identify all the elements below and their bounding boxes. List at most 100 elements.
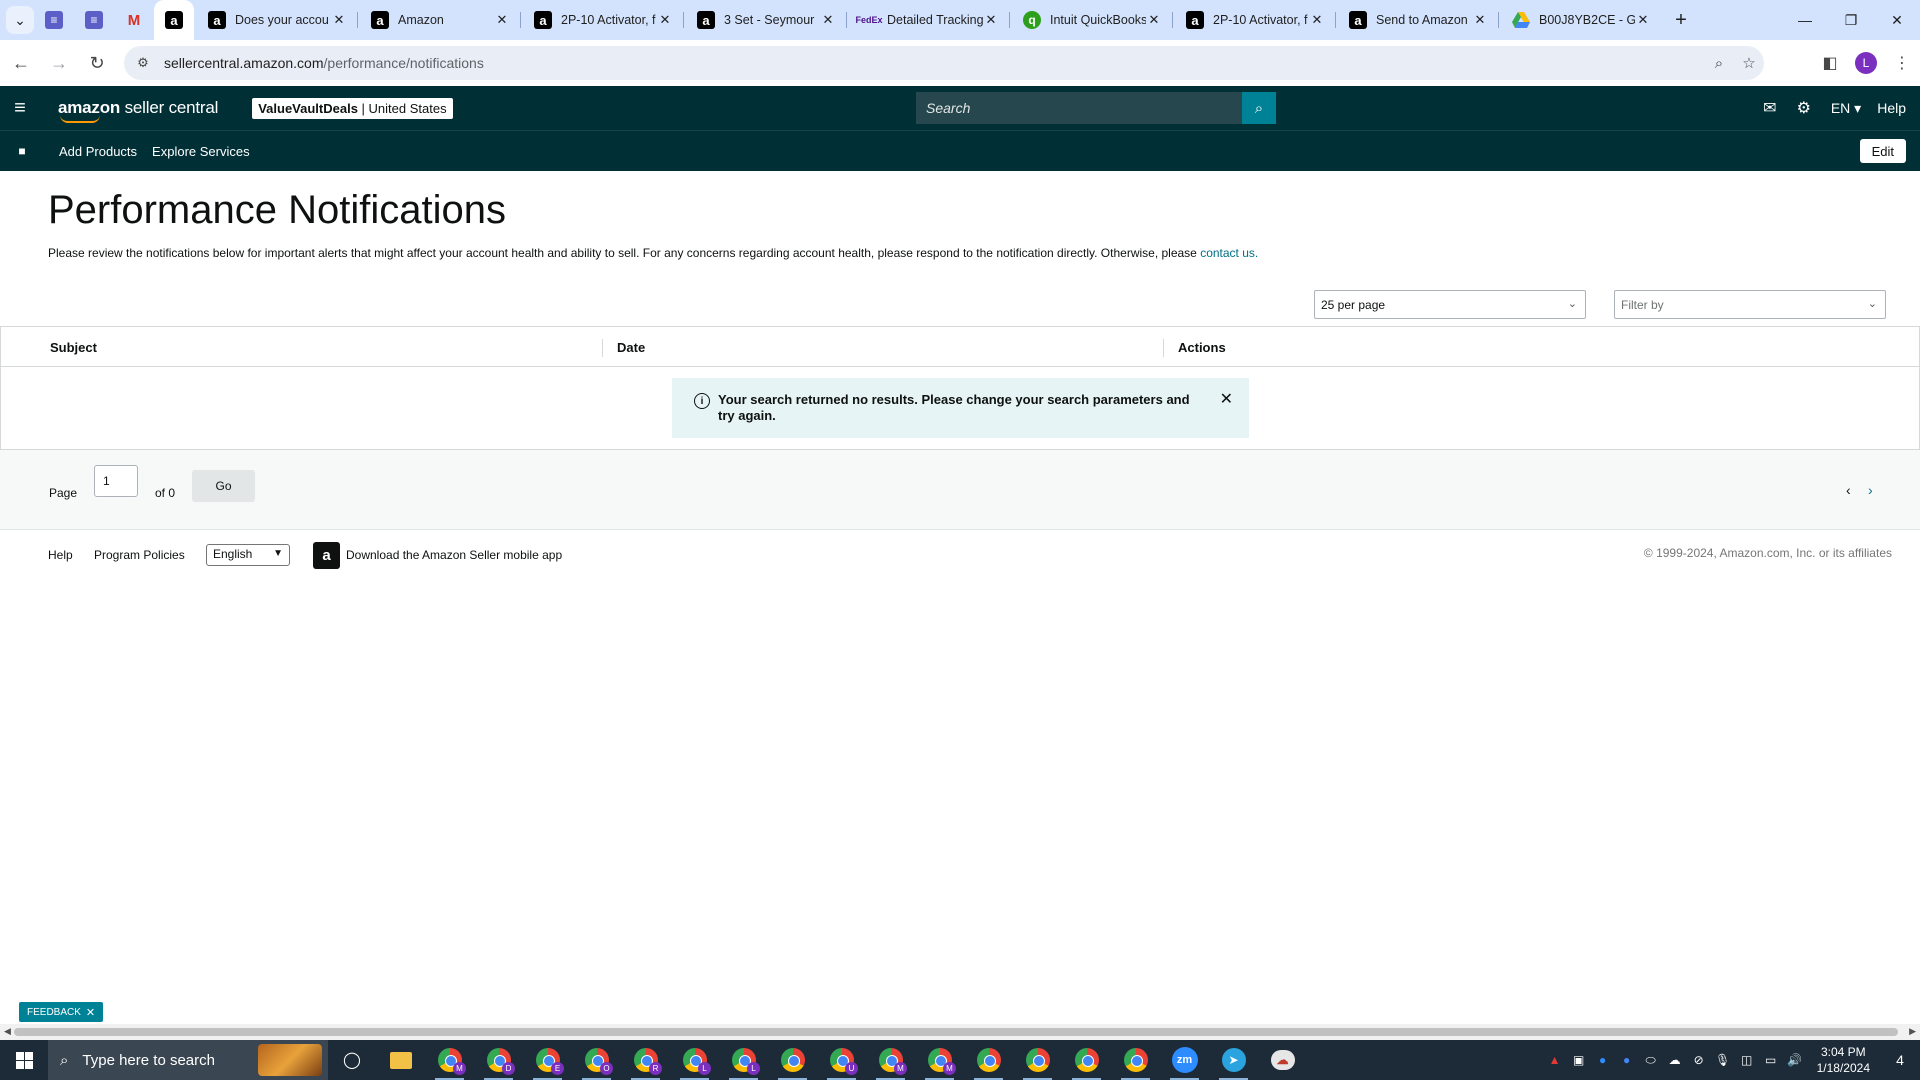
download-app-link[interactable]: Download the Amazon Seller mobile app [346,548,562,562]
help-link[interactable]: Help [1871,100,1920,116]
store-switcher[interactable]: ValueVaultDeals | United States [252,97,453,119]
page-number-input[interactable] [94,465,138,497]
pinned-tab-sheets-1[interactable]: ≡ [34,0,74,40]
start-button[interactable] [0,1040,48,1080]
forward-arrow-icon[interactable]: → [42,46,76,80]
chrome-window[interactable]: M [425,1040,474,1080]
close-icon[interactable]: ✕ [657,12,673,28]
close-icon[interactable]: ✕ [1635,12,1651,28]
previous-page-icon[interactable]: ‹ [1846,482,1851,498]
drive-tray-icon[interactable]: ⬭ [1639,1053,1663,1068]
close-icon[interactable]: ✕ [331,12,347,28]
language-selector[interactable]: EN ▾ [1821,100,1871,117]
chrome-window[interactable]: O [572,1040,621,1080]
address-bar[interactable]: ⚙ sellercentral.amazon.com/performance/n… [124,46,1764,80]
chrome-window[interactable] [964,1040,1013,1080]
pinned-tab-gmail[interactable]: M [114,0,154,40]
feedback-button[interactable]: FEEDBACK ✕ [19,1002,104,1022]
tab-search-button[interactable]: ⌄ [6,6,34,34]
cloud-app-button[interactable]: ☁ [1258,1040,1307,1080]
chrome-window[interactable]: L [719,1040,768,1080]
contact-us-link[interactable]: contact us. [1200,246,1258,260]
chrome-tray-icon[interactable]: ● [1615,1053,1639,1067]
cloud-tray-icon[interactable]: ☁ [1663,1053,1687,1067]
mail-icon[interactable]: ✉ [1753,86,1787,130]
column-header-date[interactable]: Date [617,340,645,355]
close-icon[interactable]: ✕ [983,12,999,28]
browser-tab[interactable]: a Amazon ✕ [357,0,520,40]
restore-icon[interactable]: ❐ [1828,0,1874,40]
task-view-icon[interactable]: ◯ [328,1050,376,1070]
taskbar-search[interactable]: ⌕ Type here to search [48,1040,328,1080]
chrome-window[interactable]: D [474,1040,523,1080]
browser-tab[interactable]: a Does your accou ✕ [194,0,357,40]
network-icon[interactable]: ▭ [1759,1053,1783,1067]
go-button[interactable]: Go [192,470,255,502]
hamburger-menu-icon[interactable]: ≡ [0,86,40,130]
site-info-icon[interactable]: ⚙ [130,50,156,76]
kebab-menu-icon[interactable]: ⋮ [1884,45,1920,81]
close-icon[interactable]: ✕ [1309,12,1325,28]
close-icon[interactable]: ✕ [1146,12,1162,28]
minimize-icon[interactable]: — [1782,0,1828,40]
side-panel-icon[interactable]: ◧ [1812,45,1848,81]
filter-select[interactable]: Filter by ⌄ [1614,290,1886,319]
pinned-tab-amazon-active[interactable]: a [154,0,194,40]
close-icon[interactable]: ✕ [1472,12,1488,28]
window-close-icon[interactable]: ✕ [1874,0,1920,40]
browser-tab[interactable]: a 3 Set - Seymour ✕ [683,0,846,40]
browser-tab[interactable]: FedEx Detailed Tracking ✕ [846,0,1009,40]
gear-icon[interactable]: ⚙ [1787,86,1821,130]
taskbar-clock[interactable]: 3:04 PM 1/18/2024 [1807,1044,1880,1076]
seller-central-logo[interactable]: amazon seller central [58,98,218,123]
tray-app-icon[interactable]: ▣ [1567,1053,1591,1067]
footer-language-select[interactable]: English ▼ [206,544,290,566]
close-icon[interactable]: ✕ [86,1006,95,1019]
explore-services-link[interactable]: Explore Services [152,144,250,159]
volume-icon[interactable]: 🔊 [1783,1053,1807,1067]
close-icon[interactable]: ✕ [494,12,510,28]
pdf-tray-icon[interactable]: ▲ [1543,1053,1567,1067]
column-header-subject[interactable]: Subject [50,340,97,355]
close-icon[interactable]: ✕ [1220,392,1233,408]
reload-icon[interactable]: ↻ [80,46,114,80]
footer-help-link[interactable]: Help [48,548,73,562]
chrome-window[interactable] [1013,1040,1062,1080]
profile-button[interactable]: L [1848,45,1884,81]
edit-button[interactable]: Edit [1859,139,1906,163]
browser-tab[interactable]: B00J8YB2CE - Go ✕ [1498,0,1661,40]
program-policies-link[interactable]: Program Policies [94,548,185,562]
browser-tab[interactable]: a Send to Amazon ✕ [1335,0,1498,40]
per-page-select[interactable]: 25 per page ⌄ [1314,290,1586,319]
chrome-window[interactable] [1062,1040,1111,1080]
zoom-app-button[interactable]: zm [1160,1040,1209,1080]
zoom-icon[interactable]: ⌕ [1704,55,1734,72]
chrome-window[interactable]: L [670,1040,719,1080]
browser-tab[interactable]: a 2P-10 Activator, f ✕ [520,0,683,40]
file-explorer-button[interactable] [376,1040,425,1080]
scroll-right-icon[interactable]: ▶ [1909,1026,1916,1037]
close-icon[interactable]: ✕ [820,12,836,28]
browser-tab[interactable]: q Intuit QuickBooks ✕ [1009,0,1172,40]
chrome-window[interactable]: R [621,1040,670,1080]
bookmark-icon[interactable]: ■ [0,144,44,158]
chrome-window[interactable]: E [523,1040,572,1080]
new-tab-button[interactable]: + [1667,6,1695,34]
horizontal-scrollbar[interactable]: ◀ ▶ [0,1024,1920,1040]
add-products-link[interactable]: Add Products [59,144,137,159]
amazon-app-icon[interactable]: a [313,542,340,569]
pinned-tab-sheets-2[interactable]: ≡ [74,0,114,40]
url-text[interactable]: sellercentral.amazon.com/performance/not… [164,55,1704,71]
chrome-window[interactable] [1111,1040,1160,1080]
notification-center-icon[interactable]: 4 [1880,1052,1920,1068]
camera-icon[interactable]: ◫ [1735,1053,1759,1067]
search-input[interactable] [916,92,1242,124]
zoom-tray-icon[interactable]: ● [1591,1053,1615,1067]
chrome-window[interactable] [768,1040,817,1080]
search-icon[interactable]: ⌕ [1242,92,1276,124]
back-arrow-icon[interactable]: ← [4,46,38,80]
telegram-app-button[interactable]: ➤ [1209,1040,1258,1080]
scrollbar-thumb[interactable] [14,1028,1898,1036]
scroll-left-icon[interactable]: ◀ [4,1026,11,1037]
no-sync-icon[interactable]: ⊘ [1687,1053,1711,1067]
